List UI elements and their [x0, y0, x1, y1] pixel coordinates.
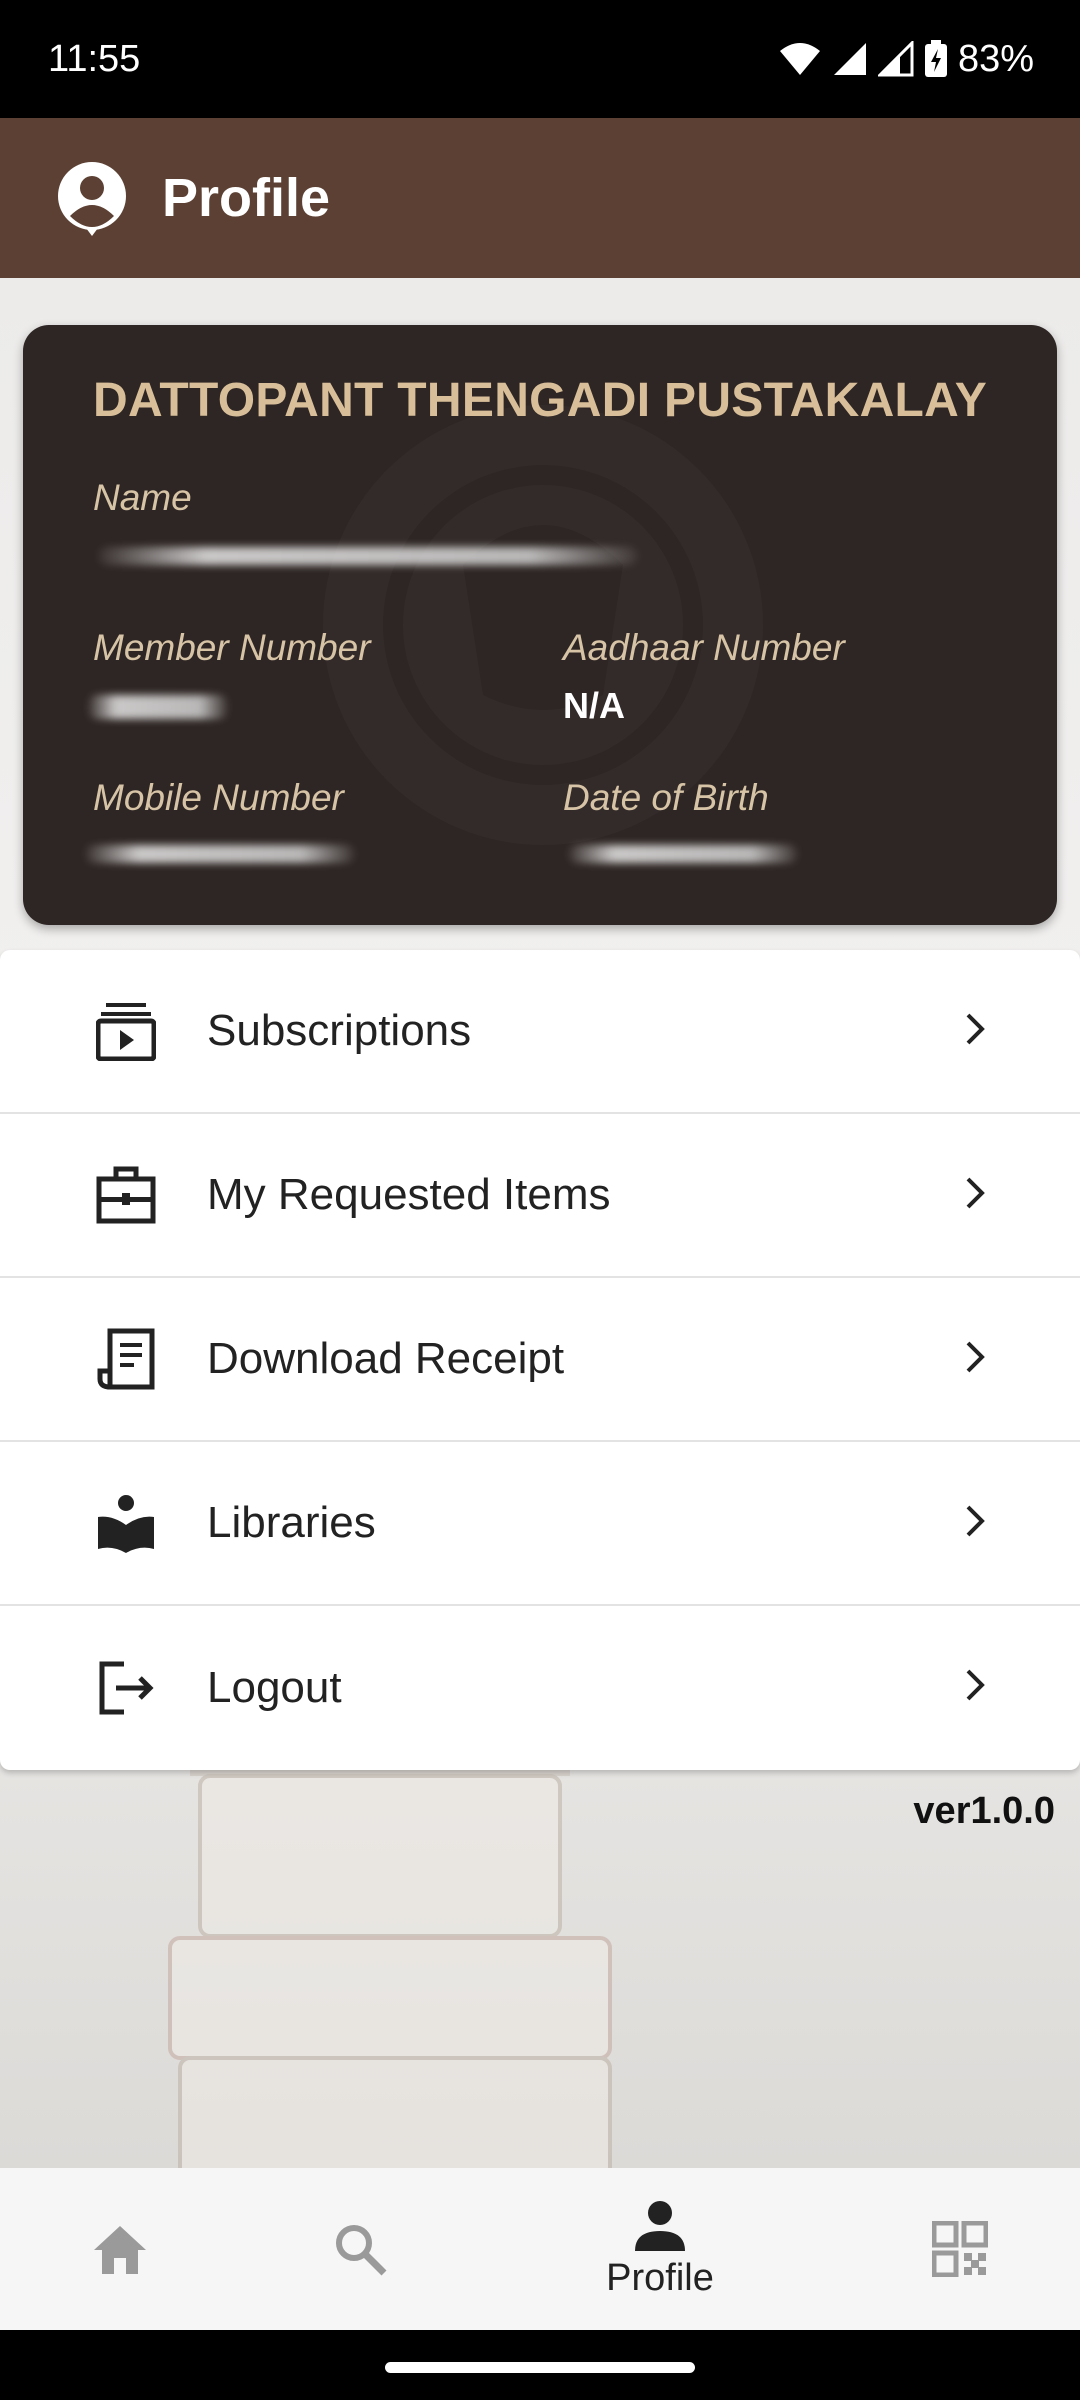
- menu-item-my-requested-items[interactable]: My Requested Items: [0, 1114, 1080, 1278]
- signal-icon: [833, 43, 866, 75]
- nav-profile-label: Profile: [606, 2256, 714, 2299]
- chevron-right-icon: [966, 1177, 985, 1209]
- app-version: ver1.0.0: [913, 1790, 1055, 1832]
- battery-percent: 83%: [957, 37, 1034, 80]
- receipt-icon: [91, 1324, 161, 1394]
- menu-item-logout[interactable]: Logout: [0, 1606, 1080, 1770]
- member-number-label: Member Number: [93, 627, 371, 668]
- signal-icon: [877, 41, 914, 77]
- subscriptions-icon: [91, 996, 161, 1066]
- nav-home[interactable]: [60, 2168, 180, 2330]
- home-icon: [94, 2226, 146, 2274]
- menu-item-libraries[interactable]: Libraries: [0, 1442, 1080, 1606]
- member-card: DATTOPANT THENGADI PUSTAKALAY Name Membe…: [23, 325, 1057, 925]
- person-icon: [635, 2200, 685, 2251]
- system-gesture-bar: [0, 2330, 1080, 2400]
- search-icon: [336, 2225, 387, 2276]
- menu-item-label: My Requested Items: [207, 1170, 611, 1219]
- menu-item-download-receipt[interactable]: Download Receipt: [0, 1278, 1080, 1442]
- reading-book-icon: [91, 1488, 161, 1558]
- chevron-right-icon: [966, 1669, 985, 1701]
- library-name: DATTOPANT THENGADI PUSTAKALAY: [93, 374, 988, 427]
- status-bar: 11:55 83%: [0, 0, 1080, 118]
- menu-item-label: Logout: [207, 1663, 342, 1712]
- name-value-redacted: [98, 547, 638, 565]
- home-gesture-handle[interactable]: [385, 2362, 695, 2373]
- nav-profile[interactable]: Profile: [560, 2168, 760, 2330]
- status-time: 11:55: [48, 37, 141, 80]
- profile-menu: Subscriptions My Requested Items Downloa…: [0, 950, 1080, 1770]
- chevron-right-icon: [966, 1341, 985, 1373]
- nav-search[interactable]: [300, 2168, 420, 2330]
- wifi-icon: [779, 43, 820, 75]
- qr-code-icon: [932, 2221, 988, 2277]
- account-circle-icon: [58, 162, 126, 236]
- logout-icon: [91, 1653, 161, 1723]
- bottom-navigation: Profile: [0, 2168, 1080, 2330]
- status-icons: 83%: [778, 38, 1034, 81]
- nav-qr-code[interactable]: [900, 2168, 1020, 2330]
- chevron-right-icon: [966, 1013, 985, 1045]
- member-number-value-redacted: [88, 695, 228, 719]
- menu-item-subscriptions[interactable]: Subscriptions: [0, 950, 1080, 1114]
- briefcase-icon: [91, 1160, 161, 1230]
- date-of-birth-label: Date of Birth: [563, 777, 769, 818]
- aadhaar-number-value: N/A: [563, 685, 625, 726]
- aadhaar-number-label: Aadhaar Number: [563, 627, 845, 668]
- battery-charging-icon: [924, 40, 947, 77]
- chevron-right-icon: [966, 1505, 985, 1537]
- date-of-birth-value-redacted: [568, 845, 798, 863]
- menu-item-label: Download Receipt: [207, 1334, 565, 1383]
- name-label: Name: [93, 477, 192, 518]
- app-bar: Profile: [0, 118, 1080, 278]
- menu-item-label: Subscriptions: [207, 1006, 472, 1055]
- mobile-number-label: Mobile Number: [93, 777, 344, 818]
- menu-item-label: Libraries: [207, 1498, 376, 1547]
- page-title: Profile: [162, 168, 331, 228]
- mobile-number-value-redacted: [85, 845, 355, 863]
- books-background-image: [168, 1758, 612, 2168]
